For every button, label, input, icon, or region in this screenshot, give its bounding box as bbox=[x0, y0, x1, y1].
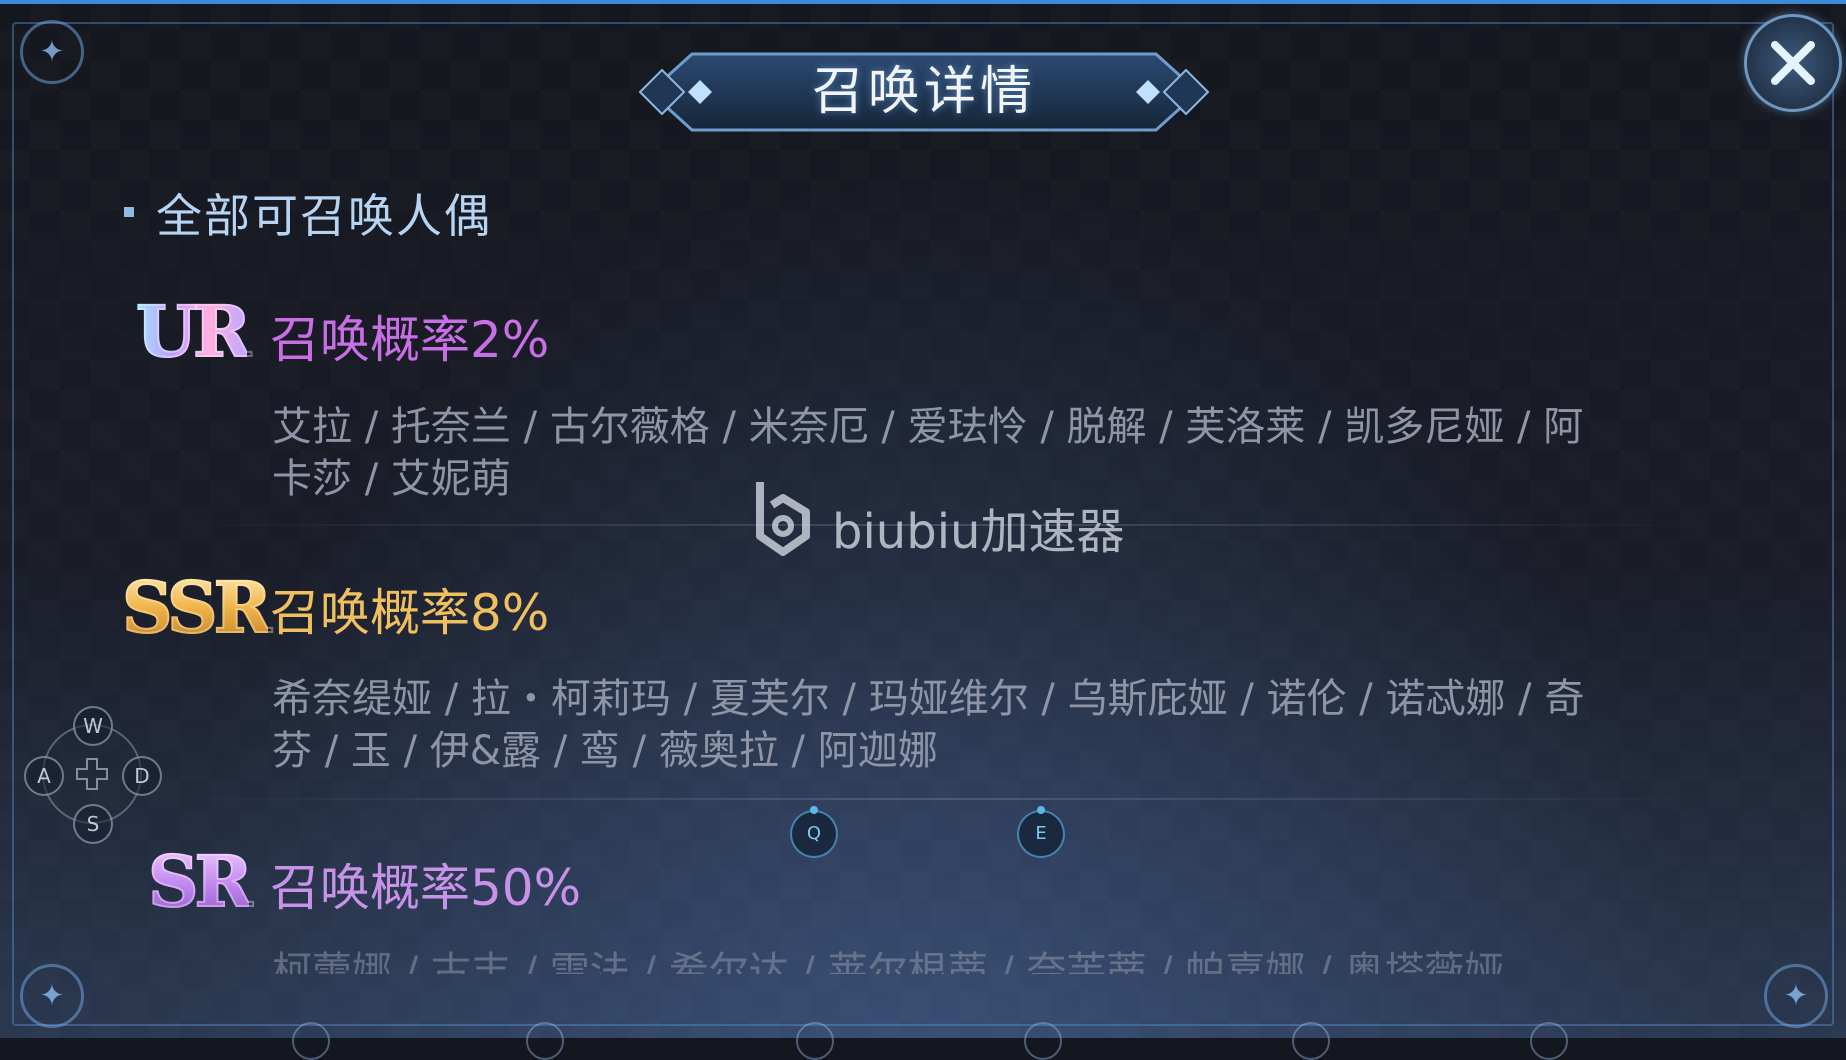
bottom-marker bbox=[1530, 1022, 1568, 1060]
key-a[interactable]: A bbox=[24, 756, 64, 796]
bottom-marker bbox=[526, 1022, 564, 1060]
star-emblem-icon: ✦ bbox=[1783, 978, 1809, 1014]
sr-rank-badge: SR bbox=[147, 839, 254, 924]
section-heading-text: 全部可召唤人偶 bbox=[156, 189, 492, 243]
key-d[interactable]: D bbox=[122, 756, 162, 796]
sr-character-list: 柯蕾娜 / 古丰 / 雷法 / 希尔达 / 莱尔根蒂 / 奈芙蒂 / 帕嘉娜 /… bbox=[272, 949, 1505, 974]
bottom-marker bbox=[292, 1022, 330, 1060]
ur-character-list: 艾拉 / 托奈兰 / 古尔薇格 / 米奈厄 / 爱珐怜 / 脱解 / 芙洛莱 /… bbox=[272, 404, 1584, 502]
ssr-rate-label: 召唤概率8% bbox=[270, 584, 550, 642]
page-title: 召唤详情 bbox=[811, 62, 1036, 122]
corner-emblem-bottom-left: ✦ bbox=[12, 956, 92, 1036]
top-accent-line bbox=[0, 0, 1846, 4]
dpad-cross-icon bbox=[76, 758, 108, 790]
ssr-rank-badge: SSR bbox=[121, 565, 273, 650]
ur-rate-label: 召唤概率2% bbox=[270, 311, 550, 369]
star-emblem-icon: ✦ bbox=[39, 978, 65, 1014]
hotkey-q[interactable]: Q bbox=[790, 806, 838, 858]
corner-emblem-top-left: ✦ bbox=[12, 12, 92, 92]
close-button[interactable] bbox=[1744, 14, 1842, 112]
corner-emblem-bottom-right: ✦ bbox=[1756, 956, 1836, 1036]
divider bbox=[164, 798, 1718, 800]
bottom-marker bbox=[796, 1022, 834, 1060]
title-banner: 召唤详情 bbox=[632, 48, 1216, 136]
section-heading: 全部可召唤人偶 bbox=[124, 180, 492, 246]
bullet-icon bbox=[124, 206, 134, 217]
b-logo-icon bbox=[756, 482, 810, 556]
movement-dpad[interactable]: W A D S bbox=[24, 706, 162, 844]
ur-rank-badge: UR bbox=[135, 289, 252, 374]
bottom-marker bbox=[1024, 1022, 1062, 1060]
watermark-text: biubiu加速器 bbox=[832, 504, 1125, 560]
hotkey-e[interactable]: E bbox=[1017, 806, 1065, 858]
sr-rate-label: 召唤概率50% bbox=[270, 859, 582, 917]
star-emblem-icon: ✦ bbox=[39, 34, 65, 70]
close-icon bbox=[1771, 41, 1815, 85]
key-w[interactable]: W bbox=[73, 706, 113, 746]
bottom-marker bbox=[1292, 1022, 1330, 1060]
ssr-character-list: 希奈缇娅 / 拉・柯莉玛 / 夏芙尔 / 玛娅维尔 / 乌斯庇娅 / 诺伦 / … bbox=[272, 676, 1585, 774]
key-s[interactable]: S bbox=[73, 804, 113, 844]
